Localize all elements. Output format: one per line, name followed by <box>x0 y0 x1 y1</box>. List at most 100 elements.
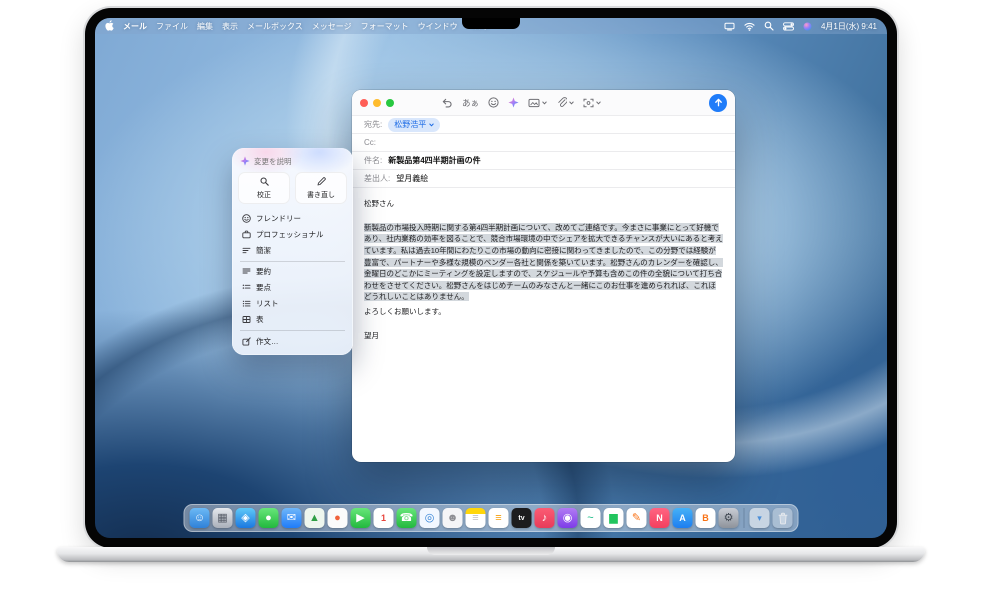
chevron-down-icon <box>569 101 574 105</box>
minimize-button[interactable] <box>373 99 381 107</box>
writing-tools-button[interactable] <box>508 97 519 108</box>
subject-label: 件名: <box>364 155 382 166</box>
list-label: リスト <box>256 298 279 309</box>
dock-mail-icon[interactable]: ✉ <box>282 508 302 528</box>
to-label: 宛先: <box>364 119 382 130</box>
menu-clock[interactable]: 4月1日(水) 9:41 <box>821 21 877 32</box>
dock-news-icon[interactable]: N <box>650 508 670 528</box>
attach-button[interactable] <box>556 97 574 108</box>
control-center-icon[interactable] <box>783 22 794 31</box>
dock-music-icon[interactable]: ♪ <box>535 508 555 528</box>
dock-maps-icon[interactable]: ▲ <box>305 508 325 528</box>
close-button[interactable] <box>360 99 368 107</box>
dock-facetime-icon[interactable]: ▶ <box>351 508 371 528</box>
camera-notch <box>462 18 520 29</box>
concise-lines-icon <box>241 246 251 255</box>
rewrite-icon <box>317 177 326 188</box>
divider <box>240 330 345 331</box>
body-signature: 望月 <box>364 330 723 342</box>
tone-concise-item[interactable]: 簡潔 <box>238 242 347 258</box>
dock-phone-icon[interactable]: ☎ <box>397 508 417 528</box>
window-titlebar[interactable]: あぁ <box>352 90 735 116</box>
dock-podcasts-icon[interactable]: ◉ <box>558 508 578 528</box>
screen-mirroring-icon[interactable] <box>724 22 735 31</box>
dock-numbers-icon[interactable]: ▆ <box>604 508 624 528</box>
chevron-down-icon <box>429 123 434 127</box>
summary-label: 要約 <box>256 266 271 277</box>
insert-from-device-button[interactable] <box>583 98 601 108</box>
tone-concise-label: 簡潔 <box>256 245 271 256</box>
dock-safari-icon[interactable]: ◈ <box>236 508 256 528</box>
undo-button[interactable] <box>442 98 453 108</box>
table-item[interactable]: 表 <box>238 312 347 328</box>
tone-friendly-item[interactable]: フレンドリー <box>238 210 347 226</box>
cc-field[interactable]: Cc: <box>352 134 735 152</box>
tone-professional-item[interactable]: プロフェッショナル <box>238 226 347 242</box>
recipient-token[interactable]: 松野浩平 <box>388 118 440 132</box>
dock-apps: ☺▦◈●✉▲●▶1☎◎☻≡≡tv♪◉~▆✎NAB⚙ <box>190 508 739 528</box>
dock-freeform-icon[interactable]: ~ <box>581 508 601 528</box>
siri-icon[interactable] <box>803 22 812 31</box>
key-points-item[interactable]: 要点 <box>238 280 347 296</box>
briefcase-icon <box>241 230 251 239</box>
menu-message[interactable]: メッセージ <box>312 21 352 32</box>
send-button[interactable] <box>709 94 727 112</box>
menu-edit[interactable]: 編集 <box>197 21 213 32</box>
wifi-icon[interactable] <box>744 22 755 31</box>
describe-change-input[interactable] <box>254 157 345 166</box>
dock-reminders-icon[interactable]: ≡ <box>489 508 509 528</box>
mail-compose-window: あぁ <box>352 90 735 462</box>
table-label: 表 <box>256 314 264 325</box>
photo-browser-button[interactable] <box>528 98 547 108</box>
apple-menu[interactable] <box>105 20 114 33</box>
trash-icon[interactable] <box>773 508 793 528</box>
body-closing: よろしくお願いします。 <box>364 306 723 318</box>
dock-launchpad-icon[interactable]: ▦ <box>213 508 233 528</box>
menu-view[interactable]: 表示 <box>222 21 238 32</box>
cc-label: Cc: <box>364 138 376 147</box>
apple-intelligence-icon <box>240 156 250 166</box>
summary-item[interactable]: 要約 <box>238 264 347 280</box>
dock-photos-icon[interactable]: ● <box>328 508 348 528</box>
dock-calendar-icon[interactable]: 1 <box>374 508 394 528</box>
menu-mailbox[interactable]: メールボックス <box>247 21 303 32</box>
rewrite-button[interactable]: 書き直し <box>295 172 347 204</box>
menu-app-name[interactable]: メール <box>123 21 147 32</box>
emoji-button[interactable] <box>488 97 499 108</box>
to-field[interactable]: 宛先: 松野浩平 <box>352 116 735 134</box>
rewrite-label: 書き直し <box>307 190 335 200</box>
message-body[interactable]: 松野さん 新製品の市場投入時期に関する第4四半期計画について、改めてご連絡です。… <box>352 188 735 462</box>
dock-finder-icon[interactable]: ☺ <box>190 508 210 528</box>
dock: ☺▦◈●✉▲●▶1☎◎☻≡≡tv♪◉~▆✎NAB⚙ ▾ <box>184 504 799 532</box>
search-icon[interactable] <box>764 21 774 31</box>
compose-item[interactable]: 作文… <box>238 333 347 349</box>
zoom-button[interactable] <box>386 99 394 107</box>
selected-text[interactable]: 新製品の市場投入時期に関する第4四半期計画について、改めてご連絡です。今まさに事… <box>364 223 723 302</box>
dock-pages-icon[interactable]: ✎ <box>627 508 647 528</box>
menu-format[interactable]: フォーマット <box>361 21 409 32</box>
dock-appstore-icon[interactable]: A <box>673 508 693 528</box>
dock-notes-icon[interactable]: ≡ <box>466 508 486 528</box>
subject-field[interactable]: 件名: 新製品第4四半期計画の件 <box>352 152 735 170</box>
text-format-button[interactable]: あぁ <box>462 97 479 109</box>
tone-friendly-label: フレンドリー <box>256 213 301 224</box>
proofread-button[interactable]: 校正 <box>238 172 290 204</box>
dock-downloads-icon[interactable]: ▾ <box>750 508 770 528</box>
from-field[interactable]: 差出人: 望月義絵 <box>352 170 735 188</box>
key-points-label: 要点 <box>256 282 271 293</box>
menu-window[interactable]: ウインドウ <box>418 21 458 32</box>
dock-messages-icon[interactable]: ● <box>259 508 279 528</box>
dock-settings-icon[interactable]: ⚙ <box>719 508 739 528</box>
menu-file[interactable]: ファイル <box>156 21 188 32</box>
dock-books-icon[interactable]: B <box>696 508 716 528</box>
dock-contacts-icon[interactable]: ☻ <box>443 508 463 528</box>
proofread-icon <box>260 177 269 188</box>
summary-icon <box>241 267 251 276</box>
list-item[interactable]: リスト <box>238 296 347 312</box>
dock-findmy-icon[interactable]: ◎ <box>420 508 440 528</box>
body-paragraph: 新製品の市場投入時期に関する第4四半期計画について、改めてご連絡です。今まさに事… <box>364 222 723 303</box>
dock-appletv-icon[interactable]: tv <box>512 508 532 528</box>
compose-toolbar: あぁ <box>442 97 709 109</box>
tone-professional-label: プロフェッショナル <box>256 229 324 240</box>
describe-change-row <box>238 154 347 172</box>
